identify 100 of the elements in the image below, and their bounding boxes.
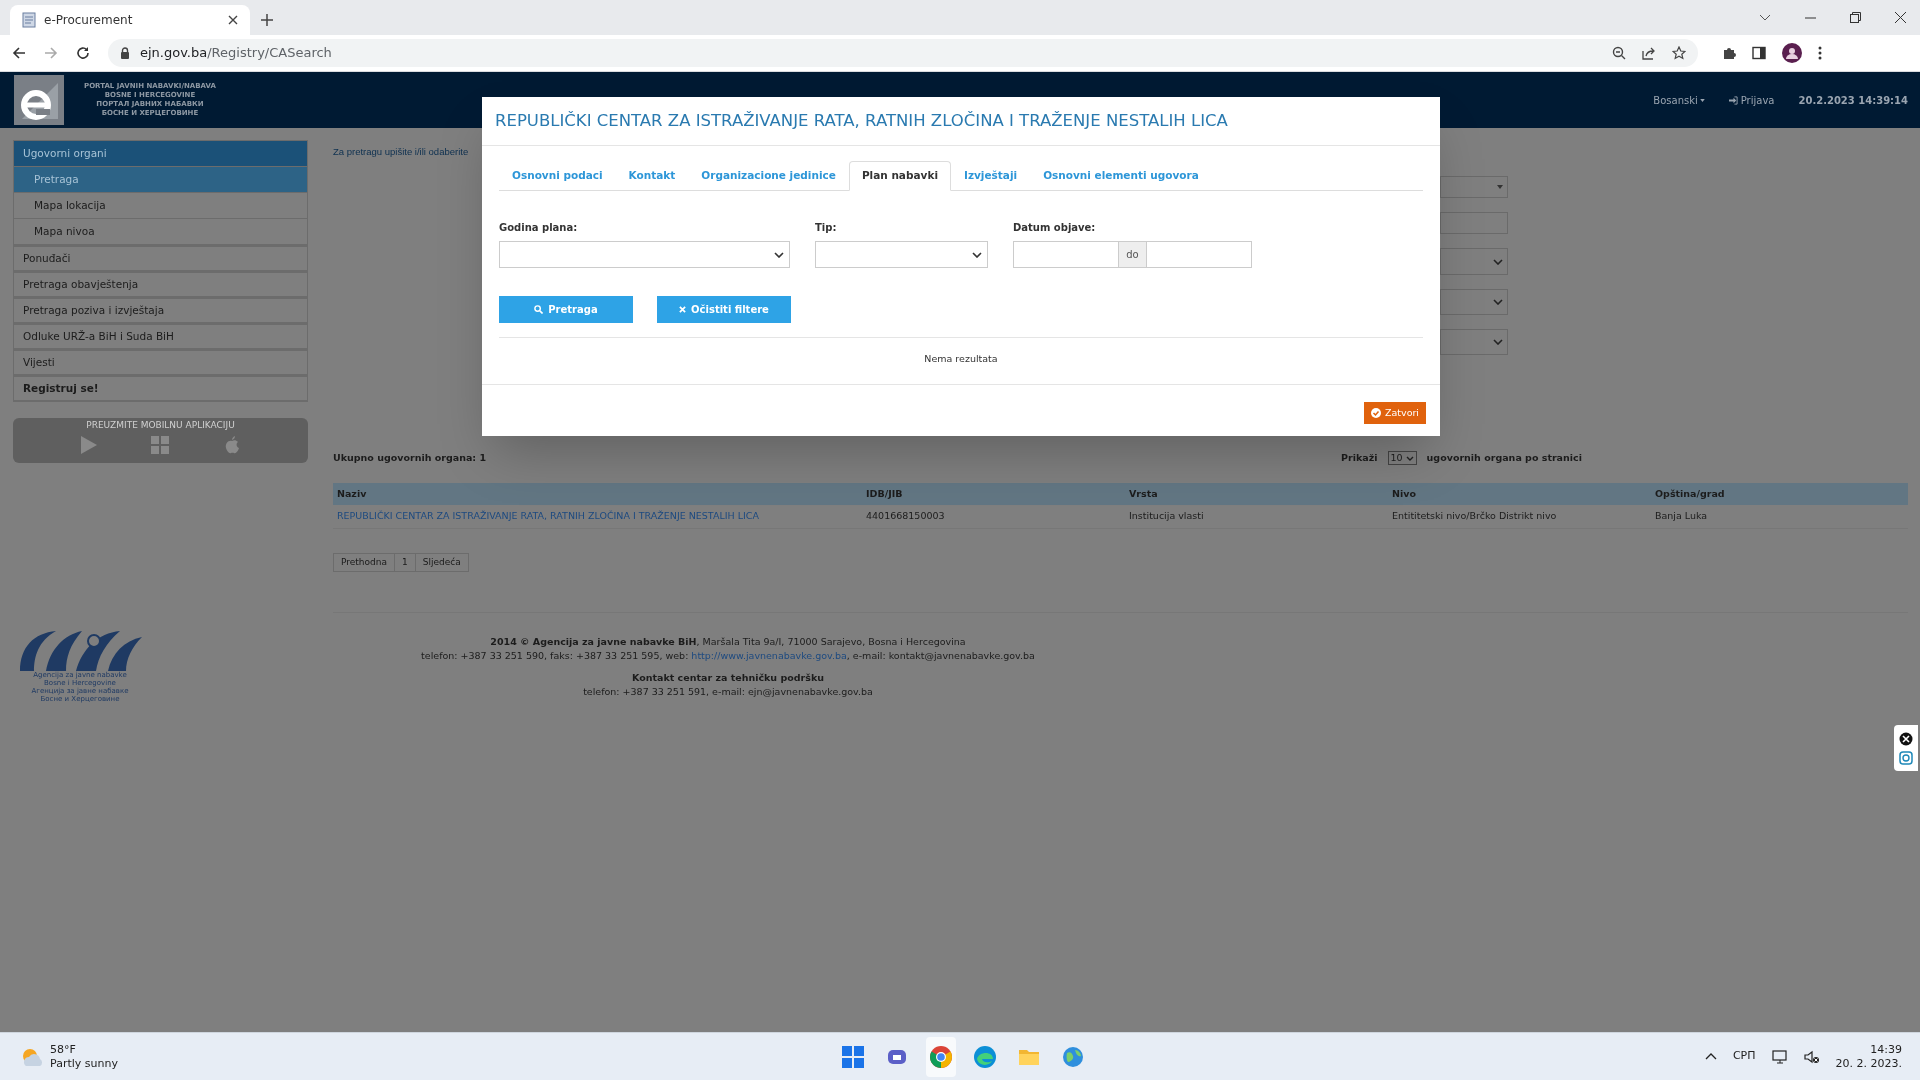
sidebar-item[interactable]: Pretraga — [14, 167, 307, 193]
check-circle-icon — [1370, 408, 1381, 418]
pagination-button[interactable]: Sljedeća — [415, 553, 469, 572]
footer-address: 2014 © Agencija za javne nabavke BiH, Maršala Tita 9a/I, 71000 Sarajevo, Bosna i Hercegovina — [490, 635, 966, 649]
avatar-icon[interactable] — [1782, 43, 1802, 63]
form-field[interactable] — [1440, 248, 1508, 275]
chevron-down-icon — [1405, 455, 1414, 461]
support-contact: telefon: +387 33 251 591, e-mail: ejn@javnenabavke.gov.ba — [583, 685, 873, 699]
empty-message: Nema rezultata — [923, 351, 999, 366]
field-label: Datum objave: — [1013, 221, 1097, 235]
mobile-app-title: PREUZMITE MOBILNU APLIKACIJU — [86, 419, 235, 432]
clock-date[interactable]: 20. 2. 2023. — [1835, 1056, 1902, 1071]
sidebar-item[interactable]: Registruj se! — [14, 375, 307, 401]
sidebar-item[interactable]: Vijesti — [14, 349, 307, 375]
tab[interactable]: Osnovni podaci — [499, 161, 616, 191]
tab[interactable]: Kontakt — [615, 161, 689, 191]
restore-icon[interactable] — [1850, 12, 1861, 23]
weather-text: Partly sunny — [50, 1056, 118, 1071]
page-size-select[interactable]: 10 — [1387, 451, 1417, 465]
pagination-button[interactable]: Prethodna — [333, 553, 395, 572]
date-input[interactable] — [1146, 241, 1252, 268]
clear-filters-button[interactable]: Očistiti filtere — [657, 296, 791, 323]
close-button[interactable]: Zatvori — [1363, 402, 1426, 424]
minimize-icon[interactable] — [1805, 16, 1816, 19]
table-cell-text: Banja Luka — [1654, 509, 1709, 524]
sidebar-item[interactable]: Ponuđači — [14, 245, 307, 271]
language-dropdown[interactable]: Bosanski — [1653, 92, 1705, 108]
range-separator: do — [1119, 241, 1146, 268]
new-tab-icon[interactable] — [260, 13, 274, 27]
search-icon — [534, 305, 544, 314]
table-cell-text: Entititetski nivo/Brčko Distrikt nivo — [1391, 509, 1558, 524]
table-link[interactable]: REPUBLIČKI CENTAR ZA ISTRAŽIVANJE RATA, RATNIH ZLOČINA I TRAŽENJE NESTALIH LICA — [333, 509, 862, 524]
tab[interactable]: Izvještaji — [951, 161, 1031, 191]
side-panel-icon[interactable] — [1752, 46, 1766, 60]
pagination-button[interactable]: 1 — [395, 553, 416, 572]
chevron-down-icon — [1493, 339, 1503, 345]
logo-icon[interactable] — [14, 75, 64, 125]
date-input[interactable] — [1013, 241, 1119, 268]
show-label: Prikaži — [1341, 450, 1378, 465]
tab-title: e-Procurement — [44, 12, 134, 29]
search-button[interactable]: Pretraga — [499, 296, 633, 323]
sidebar-item[interactable]: Odluke URŽ-a BiH i Suda BiH — [14, 323, 307, 349]
chrome-taskbar-button[interactable] — [926, 1036, 956, 1077]
results-count: Ukupno ugovornih organa: 1 — [333, 450, 487, 465]
form-field[interactable] — [1440, 176, 1508, 198]
field-label: Tip: — [815, 221, 838, 235]
per-page-label: ugovornih organa po stranici — [1426, 450, 1582, 465]
keyboard-language[interactable]: СРП — [1732, 1048, 1756, 1065]
table-cell-text: Institucija vlasti — [1128, 509, 1205, 524]
form-field[interactable] — [1440, 212, 1508, 234]
column-header: IDB/JIB — [865, 486, 904, 501]
weather-widget[interactable]: 58°F Partly sunny — [0, 1042, 200, 1071]
column-header: Naziv — [336, 486, 368, 501]
support-title: Kontakt centar za tehničku podršku — [632, 671, 824, 685]
footer-contact: telefon: +387 33 251 590, faks: +387 33 251 595, web: http://www.javnenabavke.gov.ba, e-mail: kontakt@javnenabavke.gov.ba — [421, 649, 1035, 663]
temperature: 58°F — [50, 1042, 77, 1057]
clock-time[interactable]: 14:39 — [1870, 1042, 1902, 1057]
tab[interactable]: Osnovni elementi ugovora — [1030, 161, 1212, 191]
monitor-icon[interactable] — [1771, 1049, 1788, 1064]
sidebar-item[interactable]: Ugovorni organi — [14, 141, 307, 167]
star-icon[interactable] — [1672, 46, 1686, 60]
address-bar[interactable]: ejn.gov.ba/Registry/CASearch — [108, 39, 1698, 67]
caret-icon — [1497, 185, 1503, 189]
back-icon[interactable] — [12, 46, 26, 60]
close-icon[interactable] — [1899, 731, 1913, 746]
tab[interactable]: Organizacione jedinice — [688, 161, 849, 191]
close-icon[interactable] — [1895, 12, 1906, 23]
column-header: Nivo — [1391, 486, 1417, 501]
chevron-up-icon[interactable] — [1704, 1053, 1717, 1060]
sidebar-item[interactable]: Pretraga obavještenja — [14, 271, 307, 297]
more-icon[interactable] — [1818, 46, 1822, 60]
forward-icon[interactable] — [44, 46, 58, 60]
page-icon — [22, 12, 36, 28]
form-field[interactable] — [1440, 329, 1508, 355]
select-field[interactable] — [499, 241, 790, 268]
share-icon[interactable] — [1642, 46, 1656, 60]
close-icon[interactable] — [228, 15, 238, 25]
modal-title: REPUBLIČKI CENTAR ZA ISTRAŽIVANJE RATA, RATNIH ZLOČINA I TRAŽENJE NESTALIH LICA — [482, 97, 1440, 146]
form-field[interactable] — [1440, 289, 1508, 315]
caret-icon — [1699, 98, 1705, 102]
field-label: Godina plana: — [499, 221, 579, 235]
browser-tab[interactable]: e-Procurement — [10, 5, 250, 35]
speaker-muted-icon[interactable] — [1803, 1049, 1820, 1064]
tab[interactable]: Plan nabavki — [848, 161, 951, 191]
puzzle-icon[interactable] — [1722, 46, 1736, 60]
chevron-down-icon — [972, 251, 982, 258]
login-link[interactable]: Prijava — [1728, 92, 1775, 108]
reload-icon[interactable] — [76, 46, 90, 60]
chevron-down-icon[interactable] — [1759, 13, 1771, 22]
url-text: ejn.gov.ba/Registry/CASearch — [140, 44, 332, 63]
select-field[interactable] — [815, 241, 988, 268]
chrome-icon — [929, 1044, 953, 1069]
column-header: Opština/grad — [1654, 486, 1726, 501]
chevron-down-icon — [774, 251, 784, 258]
zoom-out-icon[interactable] — [1612, 46, 1626, 60]
date-time: 20.2.2023 14:39:14 — [1798, 93, 1908, 108]
close-icon — [679, 306, 687, 313]
search-hint: Za pretragu upišite i/ili odaberite — [333, 145, 469, 159]
website-link[interactable]: http://www.javnenabavke.gov.ba — [691, 650, 847, 661]
column-header: Vrsta — [1128, 486, 1159, 501]
